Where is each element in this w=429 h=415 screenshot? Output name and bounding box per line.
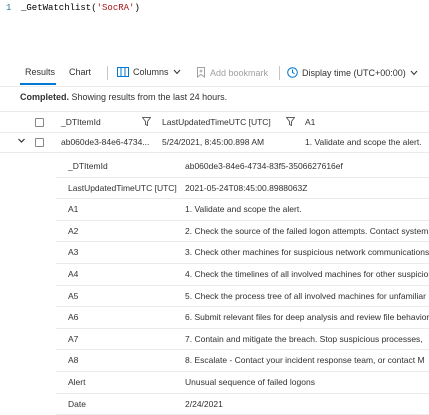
detail-value: 5. Check the process tree of all involve… xyxy=(185,290,426,301)
detail-row: A2 2. Check the source of the failed logo… xyxy=(56,221,429,243)
detail-value: ab060de3-84e6-4734-83f5-3506627616ef xyxy=(185,161,343,171)
line-number: 1 xyxy=(6,3,12,13)
table-row[interactable]: ab060de3-84e6-4734... 5/24/2021, 8:45:00… xyxy=(0,132,429,153)
detail-row: Date 2/24/2021 xyxy=(56,394,429,415)
detail-value: 6. Submit relevant files for deep analys… xyxy=(185,312,429,323)
detail-value: 8. Escalate - Contact your incident resp… xyxy=(185,355,425,366)
detail-value: 2021-05-24T08:45:00.8988063Z xyxy=(185,182,308,193)
detail-key: Alert xyxy=(68,376,86,387)
detail-row: A7 7. Contain and mitigate the breach. St… xyxy=(56,329,429,351)
detail-value: 4. Check the timelines of all involved m… xyxy=(185,268,429,279)
detail-value: 1. Validate and scope the alert. xyxy=(185,204,302,215)
results-toolbar: Results Chart Columns Add bookmark Displ… xyxy=(0,60,429,87)
detail-row: A8 8. Escalate - Contact your incident re… xyxy=(56,350,429,372)
row-details: _DTItemId ab060de3-84e6-4734-83f5-3506627… xyxy=(56,156,429,415)
chevron-down-icon[interactable] xyxy=(17,136,26,147)
toolbar-divider xyxy=(107,66,108,80)
query-close-paren: ) xyxy=(134,3,140,13)
detail-key: A2 xyxy=(68,225,79,236)
row-checkbox[interactable] xyxy=(35,138,44,147)
active-tab-indicator xyxy=(20,83,56,85)
select-all-checkbox[interactable] xyxy=(35,118,44,127)
display-time-label: Display time (UTC+00:00) xyxy=(302,67,406,78)
filter-icon[interactable] xyxy=(286,117,295,126)
tab-chart[interactable]: Chart xyxy=(69,67,91,77)
detail-value: 2. Check the source of the failed logon … xyxy=(185,225,429,236)
cell-lastupdated: 5/24/2021, 8:45:00.898 AM xyxy=(162,137,265,147)
grid-header: _DTItemId LastUpdatedTimeUTC [UTC] A1 xyxy=(0,111,429,133)
add-bookmark-button[interactable]: Add bookmark xyxy=(196,67,268,78)
query-string: 'SocRA' xyxy=(96,3,135,13)
status-completed: Completed. xyxy=(20,92,70,102)
detail-value: 2/24/2021 xyxy=(185,398,223,409)
detail-key: Date xyxy=(68,398,86,409)
columns-button[interactable]: Columns xyxy=(117,67,181,77)
query-text[interactable]: _GetWatchlist('SocRA') xyxy=(21,3,140,13)
clock-icon xyxy=(287,67,298,78)
detail-row: Alert Unusual sequence of failed logons xyxy=(56,372,429,394)
columns-icon xyxy=(117,67,129,77)
toolbar-divider xyxy=(279,66,280,80)
detail-key: A3 xyxy=(68,247,79,258)
detail-key: A1 xyxy=(68,204,79,215)
column-header-a1[interactable]: A1 xyxy=(305,117,315,127)
display-time-button[interactable]: Display time (UTC+00:00) xyxy=(287,67,418,78)
detail-key: LastUpdatedTimeUTC [UTC] xyxy=(68,182,177,193)
detail-value: 7. Contain and mitigate the breach. Stop… xyxy=(185,333,423,344)
detail-row: LastUpdatedTimeUTC [UTC] 2021-05-24T08:45… xyxy=(56,178,429,200)
detail-row: A1 1. Validate and scope the alert. xyxy=(56,199,429,221)
detail-key: _DTItemId xyxy=(68,161,108,171)
detail-row: A4 4. Check the timelines of all involved… xyxy=(56,264,429,286)
detail-value: 3. Check other machines for suspicious n… xyxy=(185,247,429,258)
bookmark-icon xyxy=(196,67,206,78)
query-status: Completed. Showing results from the last… xyxy=(20,92,227,102)
status-text: Showing results from the last 24 hours. xyxy=(69,92,228,102)
column-header-dtitemid[interactable]: _DTItemId xyxy=(61,117,101,127)
column-header-lastupdated[interactable]: LastUpdatedTimeUTC [UTC] xyxy=(162,117,271,127)
cell-dtitemid: ab060de3-84e6-4734... xyxy=(61,137,150,147)
detail-row: A3 3. Check other machines for suspicious… xyxy=(56,242,429,264)
detail-key: A6 xyxy=(68,312,79,323)
query-function: _GetWatchlist( xyxy=(21,3,97,13)
chevron-down-icon xyxy=(173,69,181,75)
query-editor[interactable]: 1 _GetWatchlist('SocRA') xyxy=(0,0,429,58)
detail-key: A5 xyxy=(68,290,79,301)
detail-row: _DTItemId ab060de3-84e6-4734-83f5-3506627… xyxy=(56,156,429,178)
detail-row: A6 6. Submit relevant files for deep anal… xyxy=(56,307,429,329)
columns-label: Columns xyxy=(133,67,169,77)
tab-results[interactable]: Results xyxy=(25,67,55,77)
detail-row: A5 5. Check the process tree of all invol… xyxy=(56,286,429,308)
detail-key: A4 xyxy=(68,268,79,279)
detail-value: Unusual sequence of failed logons xyxy=(185,376,315,387)
chevron-down-icon xyxy=(410,70,418,76)
detail-key: A8 xyxy=(68,355,79,366)
cell-a1: 1. Validate and scope the alert. xyxy=(305,137,422,147)
add-bookmark-label: Add bookmark xyxy=(210,67,269,78)
detail-key: A7 xyxy=(68,333,79,344)
filter-icon[interactable] xyxy=(142,117,151,126)
